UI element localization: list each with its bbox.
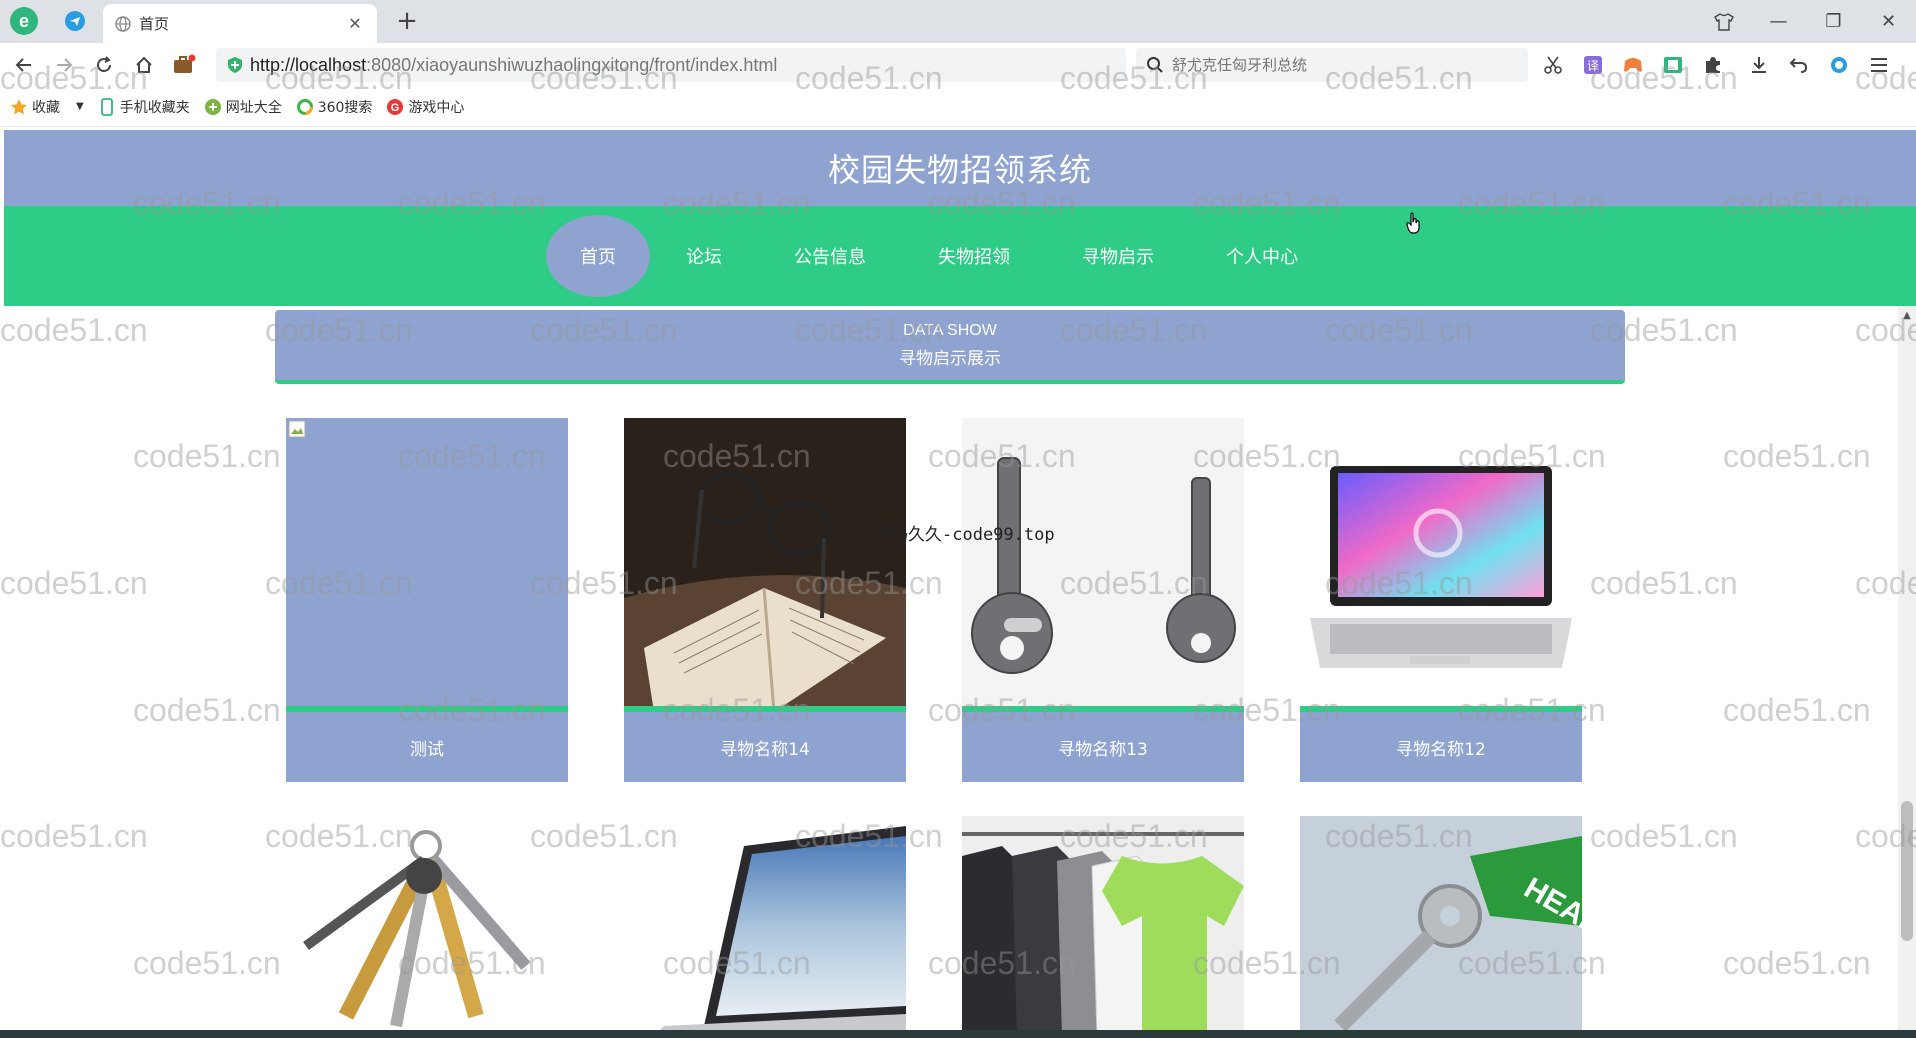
card-caption: 寻物名称13	[962, 712, 1244, 782]
game-icon[interactable]	[1620, 52, 1646, 78]
browser-tab-strip: e 首页 ✕ + — ❐ ✕	[0, 0, 1916, 43]
banner-en: DATA SHOW	[903, 321, 997, 339]
phone-icon	[98, 97, 116, 116]
nav-item-forum[interactable]: 论坛	[650, 215, 758, 297]
bookmark-favorites[interactable]: 收藏 ▼	[10, 97, 84, 117]
globe-icon	[115, 15, 131, 32]
item-card-key-ring[interactable]	[286, 816, 568, 1036]
nav-item-home[interactable]: 首页	[546, 215, 650, 297]
puzzle-icon[interactable]	[1700, 52, 1726, 78]
star-icon	[10, 98, 28, 116]
telegram-icon[interactable]	[64, 10, 86, 32]
briefcase-icon[interactable]	[164, 45, 204, 85]
tab-title: 首页	[139, 15, 170, 33]
sync-icon[interactable]	[1826, 52, 1852, 78]
search-icon	[1147, 57, 1163, 73]
card-caption: 寻物名称14	[624, 712, 906, 782]
card-caption: 寻物名称12	[1300, 712, 1582, 782]
sites-icon	[204, 98, 222, 116]
back-button[interactable]	[4, 45, 44, 85]
search-input[interactable]	[1172, 56, 1492, 74]
close-window-button[interactable]: ✕	[1861, 0, 1916, 43]
nav-item-announcements[interactable]: 公告信息	[758, 215, 902, 297]
page-viewport: 校园失物招领系统 首页 论坛 公告信息 失物招领 寻物启示 个人中心 DATA …	[0, 128, 1916, 1038]
item-card-clothes[interactable]	[962, 816, 1244, 1036]
card-caption: 测试	[286, 712, 568, 782]
scroll-thumb[interactable]	[1901, 801, 1913, 941]
hand-cursor-icon	[1406, 212, 1420, 234]
scroll-up-icon[interactable]: ▲	[1898, 306, 1916, 324]
bookmark-360-search[interactable]: 360搜索	[296, 97, 372, 117]
site-nav: 首页 论坛 公告信息 失物招领 寻物启示 个人中心	[4, 206, 1916, 306]
bookmark-mobile[interactable]: 手机收藏夹	[98, 97, 190, 117]
close-tab-icon[interactable]: ✕	[345, 14, 365, 33]
keys-image	[962, 418, 1244, 712]
url-text: http://localhost:8080/xiaoyaunshiwuzhaol…	[250, 54, 778, 75]
item-card[interactable]: 寻物名称13	[962, 418, 1244, 788]
page-scrollbar[interactable]: ▲	[1898, 306, 1916, 1038]
broken-image-icon	[286, 418, 568, 712]
restore-button[interactable]: ❐	[1806, 0, 1861, 43]
bookmark-sites[interactable]: 网址大全	[204, 97, 282, 117]
reload-button[interactable]	[84, 45, 124, 85]
item-card[interactable]: 寻物名称14	[624, 418, 906, 788]
site-header: 校园失物招领系统	[4, 130, 1916, 206]
home-button[interactable]	[124, 45, 164, 85]
item-card-health-key[interactable]: HEALTH	[1300, 816, 1582, 1036]
laptop-image	[1300, 418, 1582, 712]
item-card-laptop-2[interactable]	[624, 816, 906, 1036]
scissors-icon[interactable]	[1540, 52, 1566, 78]
item-card[interactable]: 寻物名称12	[1300, 418, 1582, 788]
site-title: 校园失物招领系统	[827, 151, 1092, 189]
reader-icon[interactable]	[1660, 52, 1686, 78]
taskbar	[0, 1030, 1916, 1038]
nav-item-profile[interactable]: 个人中心	[1190, 215, 1334, 297]
browser-tab[interactable]: 首页 ✕	[103, 4, 377, 43]
browser-logo-icon[interactable]: e	[8, 5, 40, 37]
bookmarks-bar: 收藏 ▼ 手机收藏夹 网址大全 360搜索 G 游戏中心	[0, 87, 1916, 127]
address-bar[interactable]: http://localhost:8080/xiaoyaunshiwuzhaol…	[216, 48, 1315, 82]
window-controls: — ❐ ✕	[1696, 0, 1916, 43]
svg-text:G: G	[391, 102, 400, 114]
secure-shield-icon	[228, 57, 242, 73]
forward-button[interactable]	[44, 45, 84, 85]
nav-item-lost-notices[interactable]: 寻物启示	[1046, 215, 1190, 297]
book-glasses-image	[624, 418, 906, 712]
svg-text:译: 译	[1587, 59, 1599, 73]
menu-icon[interactable]	[1866, 52, 1892, 78]
bookmark-games[interactable]: G 游戏中心	[386, 97, 464, 117]
nav-list: 首页 论坛 公告信息 失物招领 寻物启示 个人中心	[546, 215, 1334, 297]
banner-cn: 寻物启示展示	[899, 348, 1001, 369]
nav-item-lost-found[interactable]: 失物招领	[902, 215, 1046, 297]
section-banner: DATA SHOW 寻物启示展示	[275, 310, 1625, 384]
shirt-icon[interactable]	[1696, 0, 1751, 43]
minimize-button[interactable]: —	[1751, 0, 1806, 43]
overlay-watermark: 源码久久-code99.top	[874, 525, 1055, 545]
undo-icon[interactable]	[1786, 52, 1812, 78]
item-card[interactable]: 测试	[286, 418, 568, 788]
browser-toolbar: http://localhost:8080/xiaoyaunshiwuzhaol…	[0, 43, 1916, 87]
browser-search-box[interactable]	[1136, 48, 1528, 82]
chevron-down-icon[interactable]: ▼	[76, 101, 84, 112]
search-360-icon	[296, 98, 314, 116]
download-icon[interactable]	[1746, 52, 1772, 78]
svg-text:e: e	[19, 11, 29, 31]
game-center-icon: G	[386, 98, 404, 116]
translate-icon[interactable]: 译	[1580, 52, 1606, 78]
extension-icons: 译	[1540, 52, 1892, 78]
new-tab-button[interactable]: +	[392, 6, 422, 36]
